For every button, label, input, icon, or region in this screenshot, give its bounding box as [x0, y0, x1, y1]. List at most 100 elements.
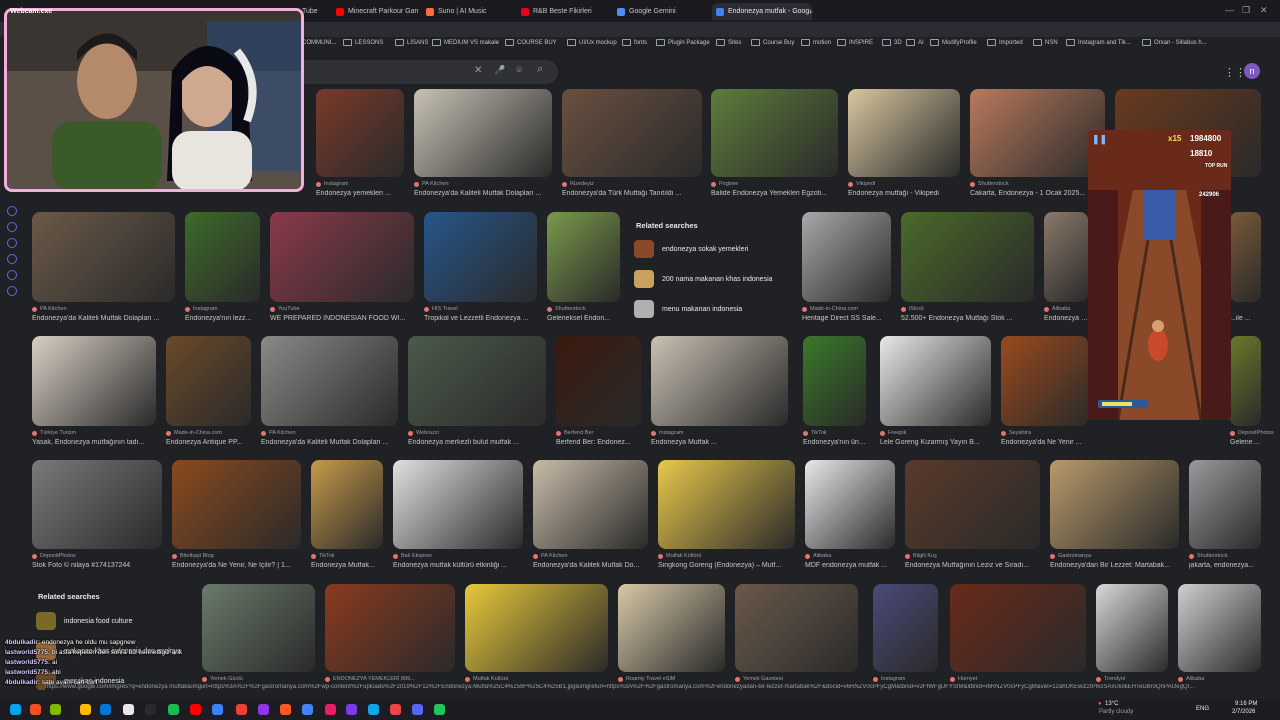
result-thumbnail[interactable]	[414, 89, 552, 177]
result-thumbnail[interactable]	[1189, 460, 1261, 549]
taskbar-app-icon[interactable]	[325, 704, 336, 715]
related-item[interactable]: 200 nama makanan khas indonesia	[634, 270, 773, 288]
result-title[interactable]: Geleneksel Endonezya mutfak gıd...	[1230, 439, 1261, 446]
result-title[interactable]: Endonezya mutfak kültürü etkinliği ...	[393, 562, 523, 569]
result-thumbnail[interactable]	[270, 212, 414, 302]
result-thumbnail[interactable]	[1001, 336, 1088, 426]
result-thumbnail[interactable]	[805, 460, 895, 549]
result-thumbnail[interactable]	[901, 212, 1034, 302]
result-title[interactable]: Berfend Ber: Endonez...	[556, 439, 641, 446]
result-title[interactable]: Endonezya Mutfak ...	[651, 439, 788, 446]
result-title[interactable]: Stok Foto © nilaya #174137244	[32, 562, 162, 569]
taskbar-app-icon[interactable]	[168, 704, 179, 715]
taskbar-app-icon[interactable]	[302, 704, 313, 715]
result-thumbnail[interactable]	[618, 584, 725, 672]
result-title[interactable]: Geleneksel Endon...	[547, 315, 620, 322]
result-title[interactable]: Heritage Direct SS Sale...	[802, 315, 891, 322]
result-title[interactable]: jakarta, endonezya...	[1189, 562, 1261, 569]
result-title[interactable]: Endonezya'da Türk Mutfağı Tanıtıldı ...	[562, 190, 702, 197]
result-thumbnail[interactable]	[316, 89, 404, 177]
result-thumbnail[interactable]	[562, 89, 702, 177]
result-thumbnail[interactable]	[172, 460, 301, 549]
result-title[interactable]: Endonezya Mutfağının Leziz ve Sıradı...	[905, 562, 1040, 569]
result-thumbnail[interactable]	[1230, 212, 1261, 302]
result-thumbnail[interactable]	[32, 212, 175, 302]
result-title[interactable]: Endonezya Antique PP...	[166, 439, 251, 446]
result-title[interactable]: MDF endonezya mutfak ...	[805, 562, 895, 569]
taskbar-app-icon[interactable]	[212, 704, 223, 715]
language-indicator[interactable]: ENG	[1196, 706, 1209, 712]
taskbar-app-icon[interactable]	[434, 704, 445, 715]
related-item[interactable]: endonezya sokak yemekleri	[634, 240, 748, 258]
result-thumbnail[interactable]	[1230, 336, 1261, 426]
result-title[interactable]: Endonezya merkezli bulut mutfak ...	[408, 439, 546, 446]
taskbar-app-icon[interactable]	[123, 704, 134, 715]
taskbar-app-icon[interactable]	[80, 704, 91, 715]
result-thumbnail[interactable]	[325, 584, 455, 672]
result-thumbnail[interactable]	[802, 212, 891, 302]
result-thumbnail[interactable]	[202, 584, 315, 672]
taskbar-app-icon[interactable]	[390, 704, 401, 715]
result-title[interactable]: Tropikal ve Lezzetli Endonezya ...	[424, 315, 537, 322]
result-thumbnail[interactable]	[905, 460, 1040, 549]
result-thumbnail[interactable]	[32, 460, 162, 549]
result-thumbnail[interactable]	[547, 212, 620, 302]
clock-date[interactable]: 2/7/2026	[1232, 709, 1255, 715]
result-thumbnail[interactable]	[465, 584, 608, 672]
result-title[interactable]: Cakarta, Endonezya - 1 Ocak 2025...	[970, 190, 1105, 197]
result-thumbnail[interactable]	[166, 336, 251, 426]
pause-icon[interactable]: ❚❚	[1092, 134, 1107, 145]
result-thumbnail[interactable]	[556, 336, 641, 426]
taskbar-app-icon[interactable]	[368, 704, 379, 715]
taskbar-app-icon[interactable]	[190, 704, 201, 715]
result-thumbnail[interactable]	[408, 336, 546, 426]
result-thumbnail[interactable]	[1096, 584, 1168, 672]
result-thumbnail[interactable]	[261, 336, 398, 426]
result-title[interactable]: 52.500+ Endonezya Mutfağı Stok ...	[901, 315, 1034, 322]
result-thumbnail[interactable]	[848, 89, 960, 177]
taskbar-app-icon[interactable]	[346, 704, 357, 715]
result-title[interactable]: Endonezya'da Kaliteli Mutfak Dolapları .…	[261, 439, 398, 446]
result-title[interactable]: Endonezya Mutfak...	[311, 562, 383, 569]
result-title[interactable]: Singkong Goreng (Endonezya) – Mutf...	[658, 562, 795, 569]
result-thumbnail[interactable]	[1044, 212, 1088, 302]
result-title[interactable]: Endonezya'da Kaliteli Mutfak Do...	[533, 562, 648, 569]
result-title[interactable]: Endonezya M...	[1044, 315, 1088, 322]
result-thumbnail[interactable]	[970, 89, 1105, 177]
result-title[interactable]: Balide Endonezya Yemekleri Egzoti...	[711, 190, 838, 197]
result-title[interactable]: Endonezya'nın ünl...	[803, 439, 866, 446]
result-title[interactable]: Lele Goreng Kızarmış Yayın B...	[880, 439, 991, 446]
related-item[interactable]: menu makanan indonesia	[634, 300, 742, 318]
result-thumbnail[interactable]	[311, 460, 383, 549]
result-thumbnail[interactable]	[393, 460, 523, 549]
result-title[interactable]: Endonezya'da Ne Yenir ...	[1001, 439, 1088, 446]
result-thumbnail[interactable]	[735, 584, 858, 672]
taskbar-app-icon[interactable]	[236, 704, 247, 715]
related-item[interactable]: indonesia food culture	[36, 612, 133, 630]
result-title[interactable]: Endonezya'da Kaliteli Mutfak Dolapları .…	[414, 190, 552, 197]
result-thumbnail[interactable]	[185, 212, 260, 302]
result-title[interactable]: Endonezya yemekleri ...	[316, 190, 404, 197]
taskbar-app-icon[interactable]	[280, 704, 291, 715]
result-thumbnail[interactable]	[1178, 584, 1261, 672]
taskbar-app-icon[interactable]	[258, 704, 269, 715]
result-title[interactable]: Endonezya'da Kaliteli Mutfak Dolapları .…	[32, 315, 175, 322]
result-title[interactable]: Endonezya mutfağı - Vikipedi	[848, 190, 960, 197]
result-title[interactable]: ...ile ...	[1230, 315, 1261, 322]
taskbar-app-icon[interactable]	[145, 704, 156, 715]
result-thumbnail[interactable]	[880, 336, 991, 426]
result-thumbnail[interactable]	[658, 460, 795, 549]
result-thumbnail[interactable]	[651, 336, 788, 426]
result-thumbnail[interactable]	[424, 212, 537, 302]
result-thumbnail[interactable]	[803, 336, 866, 426]
taskbar-app-icon[interactable]	[50, 704, 61, 715]
result-title[interactable]: Endonezya'da Ne Yenir, Ne İçilir? | 1...	[172, 562, 301, 569]
result-thumbnail[interactable]	[950, 584, 1086, 672]
taskbar-app-icon[interactable]	[30, 704, 41, 715]
result-title[interactable]: WE PREPARED INDONESIAN FOOD WI...	[270, 315, 414, 322]
taskbar-app-icon[interactable]	[10, 704, 21, 715]
taskbar-app-icon[interactable]	[412, 704, 423, 715]
result-thumbnail[interactable]	[533, 460, 648, 549]
result-thumbnail[interactable]	[32, 336, 156, 426]
result-title[interactable]: Yasak, Endonezya mutfağının tadı...	[32, 439, 156, 446]
